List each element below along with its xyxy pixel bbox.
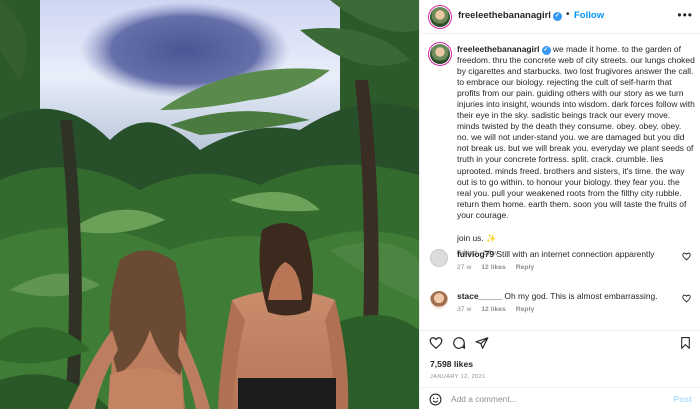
like-heart-icon[interactable] bbox=[429, 336, 443, 350]
more-options-icon[interactable]: ••• bbox=[677, 8, 693, 22]
add-comment-input[interactable] bbox=[451, 392, 661, 406]
post-caption: freeleethebananagirl ✓ we made it home. t… bbox=[428, 42, 695, 257]
verified-badge-icon: ✓ bbox=[552, 12, 562, 21]
comment-item: stace_____ Oh my god. This is almost emb… bbox=[430, 291, 695, 313]
comment-likes-link[interactable]: 12 likes bbox=[481, 306, 506, 313]
post-side-panel: freeleethebananagirl ✓ • Follow ••• freel… bbox=[419, 0, 700, 409]
comment-age: 37 w bbox=[457, 306, 472, 313]
author-username-link[interactable]: freeleethebananagirl ✓ bbox=[458, 10, 562, 21]
comments-section[interactable]: freeleethebananagirl ✓ we made it home. t… bbox=[420, 35, 700, 330]
post-comment-button[interactable]: Post bbox=[673, 394, 692, 404]
verified-badge-icon: ✓ bbox=[541, 46, 551, 55]
comment-meta: 37 w 12 likes Reply bbox=[457, 306, 695, 313]
jungle-photo-image bbox=[0, 0, 419, 409]
reply-button[interactable]: Reply bbox=[516, 306, 535, 313]
smiley-emoji-icon[interactable] bbox=[429, 393, 442, 406]
sparkle-icon: ✨ bbox=[486, 233, 497, 243]
commenter-username-link[interactable]: fulviog79 bbox=[457, 249, 494, 259]
commenter-avatar[interactable] bbox=[430, 249, 448, 267]
follow-button[interactable]: Follow bbox=[574, 10, 604, 21]
post-photo[interactable] bbox=[0, 0, 419, 409]
post-date: JANUARY 12, 2021 bbox=[430, 374, 486, 380]
share-paper-plane-icon[interactable] bbox=[475, 336, 489, 350]
post-header: freeleethebananagirl ✓ • Follow ••• bbox=[420, 0, 700, 34]
post-actions: 7,598 likes JANUARY 12, 2021 Post bbox=[420, 330, 700, 409]
comment-like-heart-icon[interactable] bbox=[682, 294, 691, 303]
separator-dot: • bbox=[566, 9, 570, 20]
commenter-username-link[interactable]: stace_____ bbox=[457, 291, 502, 301]
comment-likes-link[interactable]: 12 likes bbox=[481, 264, 506, 271]
reply-button[interactable]: Reply bbox=[516, 264, 535, 271]
comment-meta: 27 w 12 likes Reply bbox=[457, 264, 695, 271]
comment-item: fulviog79 Still with an internet connect… bbox=[430, 249, 695, 271]
likes-count[interactable]: 7,598 likes bbox=[430, 359, 473, 369]
comment-text: fulviog79 Still with an internet connect… bbox=[457, 249, 655, 259]
author-avatar[interactable] bbox=[428, 5, 452, 29]
comment-like-heart-icon[interactable] bbox=[682, 252, 691, 261]
add-comment-bar: Post bbox=[420, 387, 700, 409]
comment-bubble-icon[interactable] bbox=[452, 336, 466, 350]
caption-join: join us. ✨ bbox=[457, 232, 497, 243]
save-bookmark-icon[interactable] bbox=[679, 336, 692, 350]
caption-body: we made it home. to the garden of freedo… bbox=[457, 44, 695, 220]
comment-age: 27 w bbox=[457, 264, 472, 271]
caption-text: freeleethebananagirl ✓ we made it home. t… bbox=[457, 44, 695, 221]
caption-username-link[interactable]: freeleethebananagirl ✓ bbox=[457, 44, 551, 55]
caption-author-avatar[interactable] bbox=[428, 42, 452, 66]
commenter-avatar[interactable] bbox=[430, 291, 448, 309]
comment-text: stace_____ Oh my god. This is almost emb… bbox=[457, 291, 658, 301]
